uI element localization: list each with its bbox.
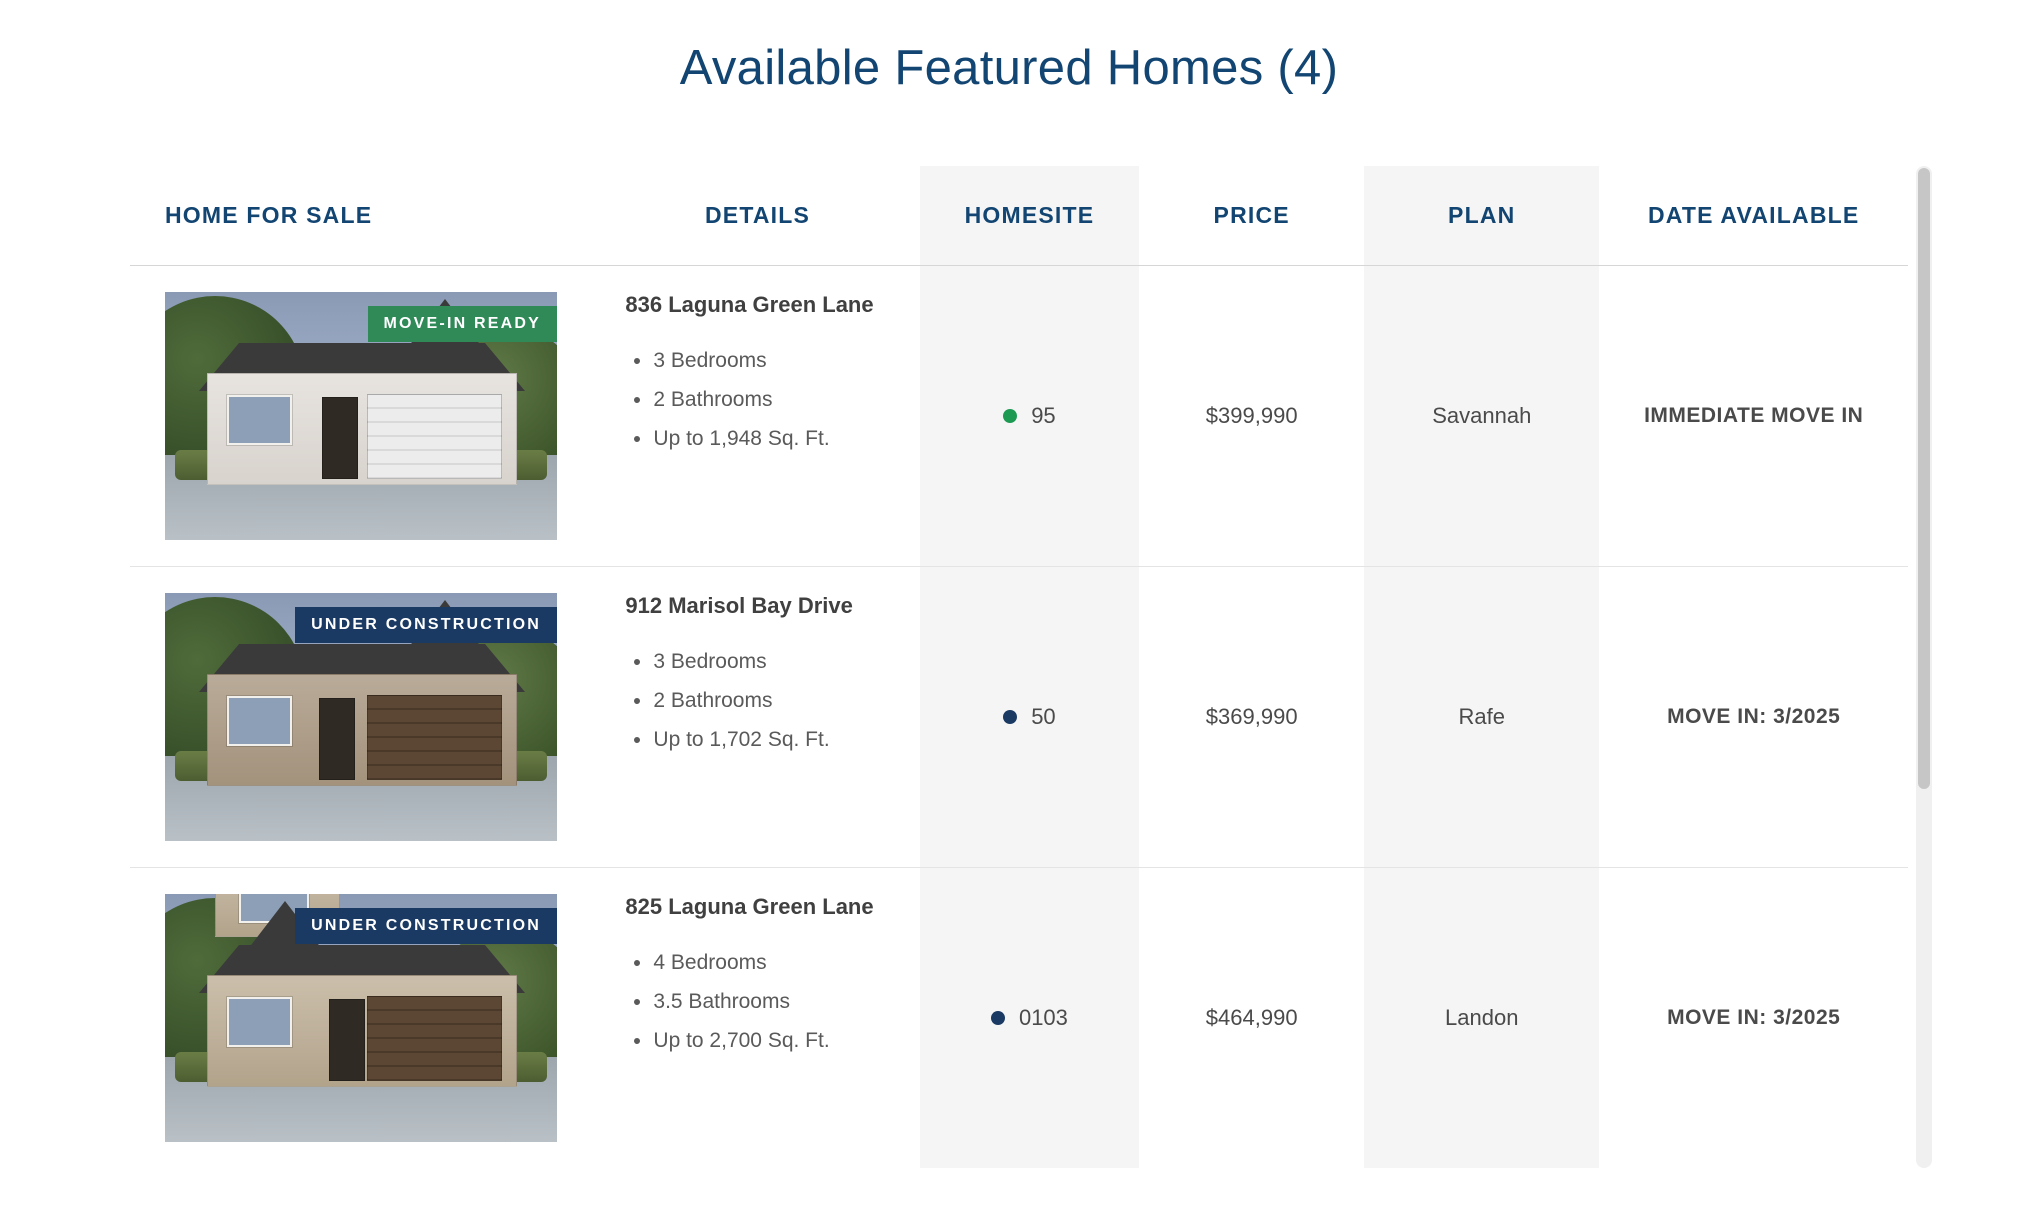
details-list: 4 Bedrooms3.5 BathroomsUp to 2,700 Sq. F… [625,944,909,1061]
scrollbar[interactable] [1916,166,1932,1168]
status-badge: MOVE-IN READY [368,306,558,342]
table-header-row: HOME FOR SALE DETAILS HOMESITE PRICE PLA… [130,166,1908,266]
homesite-value: 95 [1003,403,1055,429]
detail-item: 4 Bedrooms [653,944,909,983]
table-row[interactable]: MOVE-IN READY 836 [130,266,1908,567]
detail-item: 2 Bathrooms [653,381,909,420]
detail-item: 3 Bedrooms [653,643,909,682]
date-available: IMMEDIATE MOVE IN [1644,404,1863,427]
status-badge: UNDER CONSTRUCTION [295,908,557,944]
plan-link[interactable]: Savannah [1432,403,1531,428]
col-header-homesite[interactable]: HOMESITE [920,166,1140,266]
col-header-home[interactable]: HOME FOR SALE [130,166,595,266]
col-header-plan[interactable]: PLAN [1364,166,1599,266]
home-address[interactable]: 836 Laguna Green Lane [625,292,909,318]
homes-table: HOME FOR SALE DETAILS HOMESITE PRICE PLA… [130,166,1908,1168]
status-badge: UNDER CONSTRUCTION [295,607,557,643]
page-title: Available Featured Homes (4) [0,40,2018,96]
homes-table-wrap: HOME FOR SALE DETAILS HOMESITE PRICE PLA… [130,166,1908,1168]
homesite-value: 0103 [991,1005,1068,1031]
price-value: $369,990 [1206,704,1298,729]
table-row[interactable]: UNDER CONSTRUCTION [130,567,1908,868]
detail-item: 3 Bedrooms [653,342,909,381]
col-header-price[interactable]: PRICE [1139,166,1364,266]
home-image[interactable]: UNDER CONSTRUCTION [165,894,557,1142]
status-dot-icon [1003,710,1017,724]
homesite-value: 50 [1003,704,1055,730]
home-address[interactable]: 912 Marisol Bay Drive [625,593,909,619]
home-image[interactable]: MOVE-IN READY [165,292,557,540]
date-available: MOVE IN: 3/2025 [1667,705,1840,728]
detail-item: Up to 1,948 Sq. Ft. [653,420,909,459]
table-row[interactable]: UNDER CONSTRUCTION [130,868,1908,1169]
status-dot-icon [991,1011,1005,1025]
col-header-details[interactable]: DETAILS [595,166,919,266]
plan-link[interactable]: Rafe [1459,704,1505,729]
price-value: $399,990 [1206,403,1298,428]
home-image[interactable]: UNDER CONSTRUCTION [165,593,557,841]
col-header-date[interactable]: DATE AVAILABLE [1599,166,1908,266]
scrollbar-thumb[interactable] [1918,168,1930,789]
price-value: $464,990 [1206,1005,1298,1030]
details-list: 3 Bedrooms2 BathroomsUp to 1,948 Sq. Ft. [625,342,909,459]
home-address[interactable]: 825 Laguna Green Lane [625,894,909,920]
detail-item: 3.5 Bathrooms [653,983,909,1022]
detail-item: 2 Bathrooms [653,682,909,721]
plan-link[interactable]: Landon [1445,1005,1518,1030]
date-available: MOVE IN: 3/2025 [1667,1006,1840,1029]
details-list: 3 Bedrooms2 BathroomsUp to 1,702 Sq. Ft. [625,643,909,760]
homesite-number: 0103 [1019,1005,1068,1031]
detail-item: Up to 2,700 Sq. Ft. [653,1022,909,1061]
homesite-number: 50 [1031,704,1055,730]
status-dot-icon [1003,409,1017,423]
detail-item: Up to 1,702 Sq. Ft. [653,721,909,760]
homesite-number: 95 [1031,403,1055,429]
